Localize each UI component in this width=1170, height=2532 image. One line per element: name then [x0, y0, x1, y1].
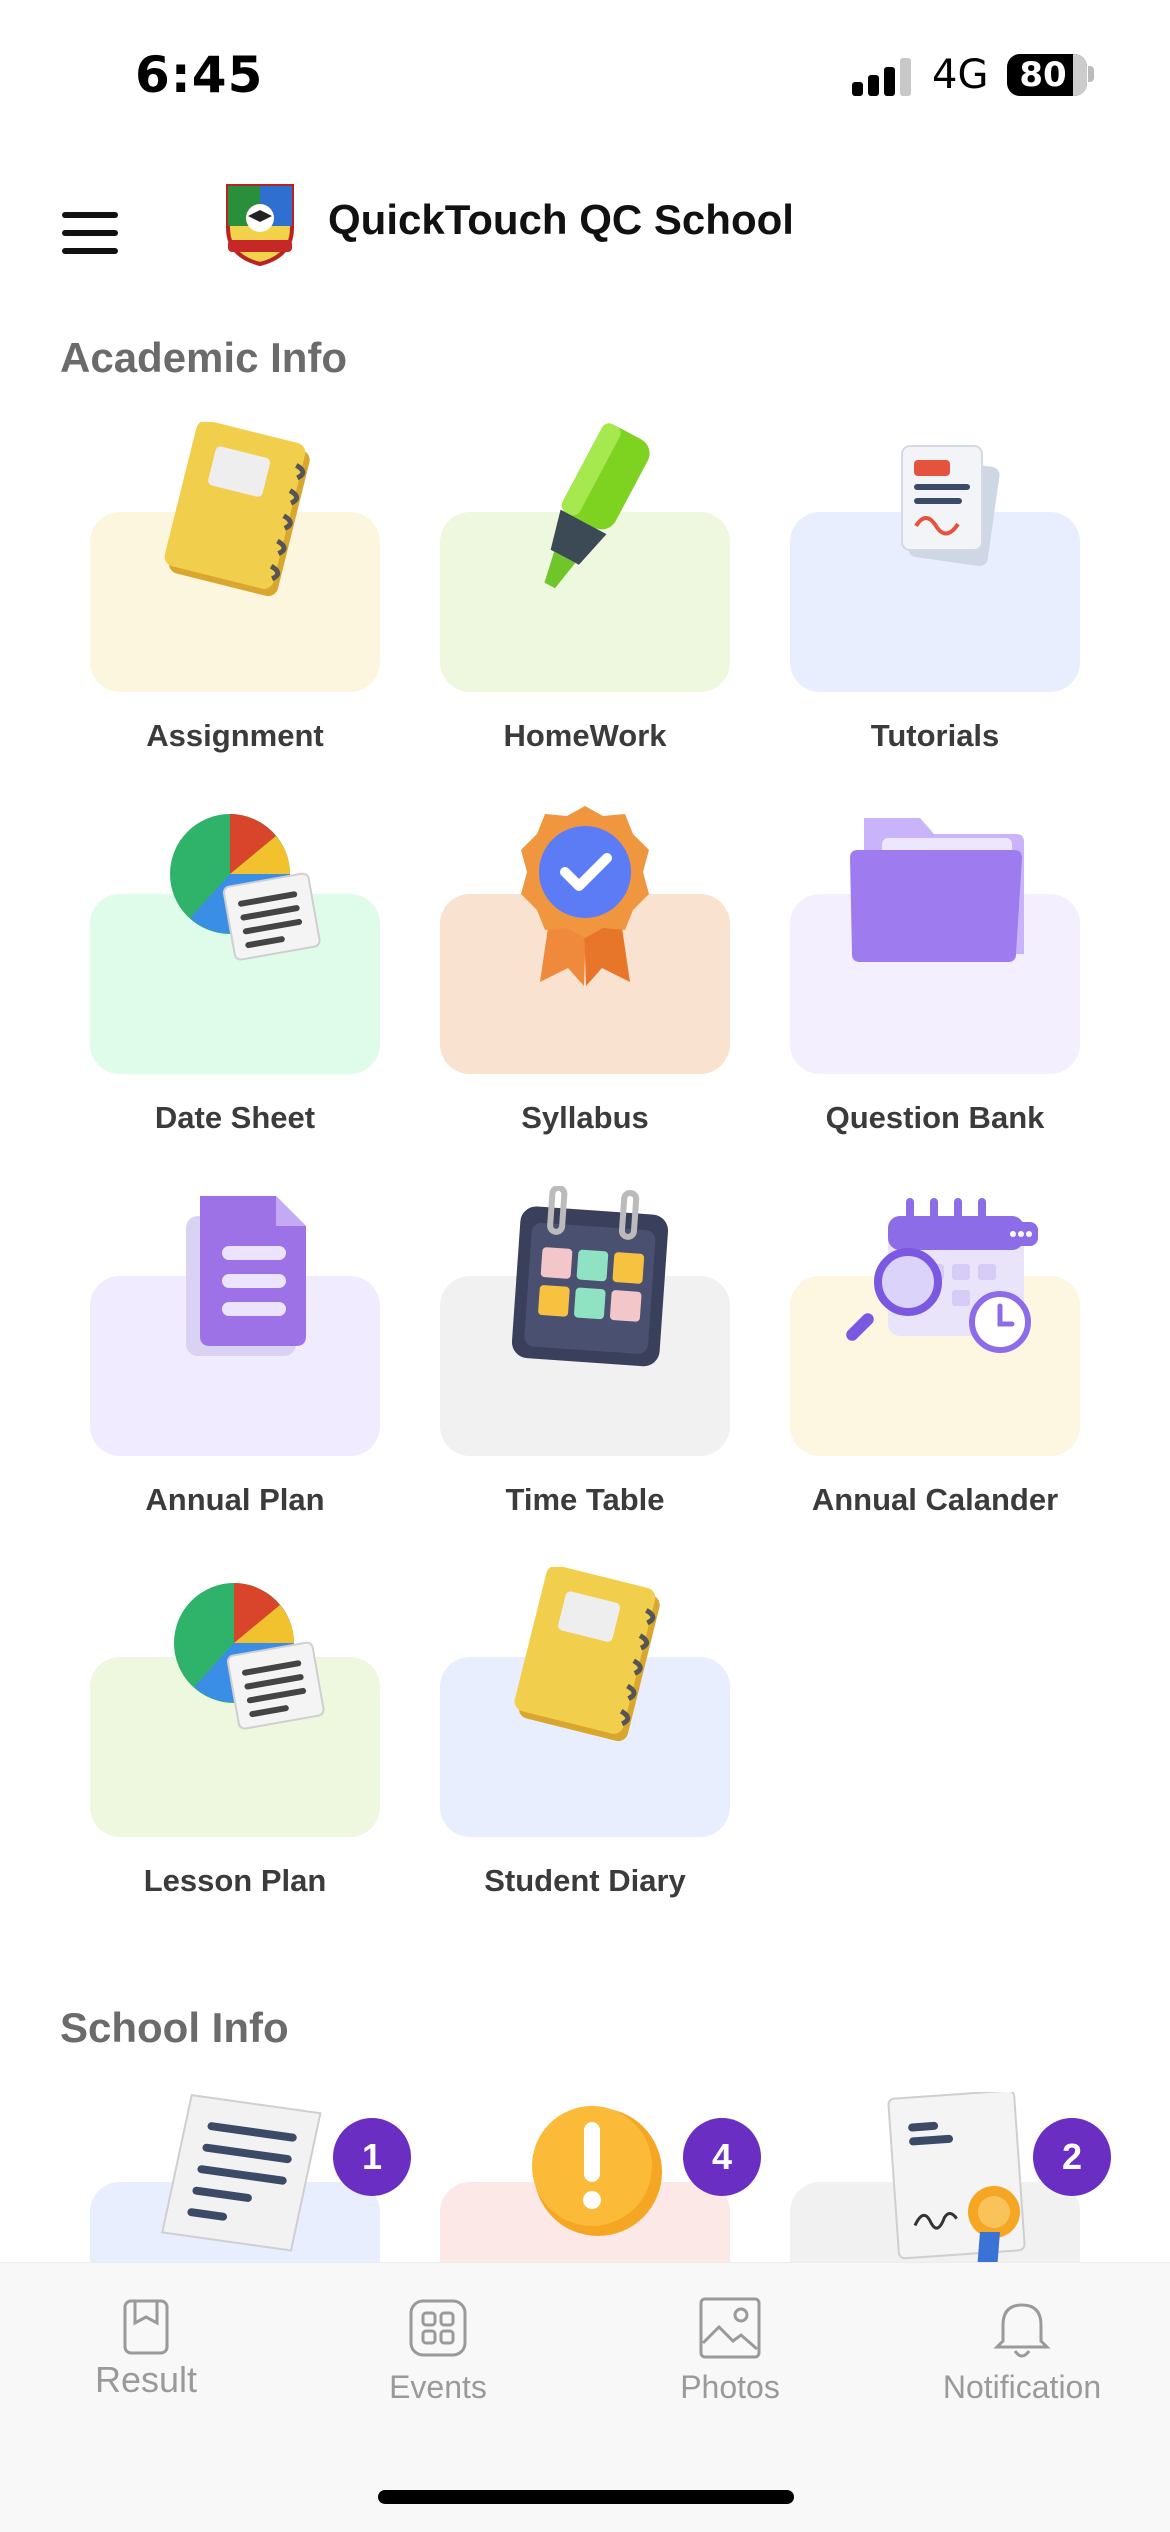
tile-annual-calander[interactable]: Annual Calander [790, 1186, 1080, 1526]
status-time: 6:45 [135, 46, 264, 104]
section-title-school: School Info [60, 2004, 289, 2051]
tile-assignment[interactable]: Assignment [90, 420, 380, 762]
folder-icon [830, 804, 1040, 994]
tile-syllabus[interactable]: Syllabus [440, 804, 730, 1144]
tile-label: Assignment [146, 718, 324, 753]
tile-label: Lesson Plan [143, 1863, 327, 1898]
nav-item-notification[interactable]: Notification [876, 2263, 1168, 2423]
nav-label: Notification [942, 2369, 1102, 2405]
status-bar: 6:45 4G 80 [0, 0, 1170, 150]
signal-icon [852, 58, 914, 96]
calendar-grid-icon [480, 1184, 690, 1376]
tile-label: Tutorials [870, 718, 1000, 753]
alert-icon [480, 2092, 690, 2282]
network-type: 4G [932, 52, 989, 98]
tile-question-bank[interactable]: Question Bank [790, 804, 1080, 1144]
tile-annual-plan[interactable]: Annual Plan [90, 1186, 380, 1526]
tile-time-table[interactable]: Time Table [440, 1184, 730, 1526]
pie-chart-report-icon [130, 1567, 340, 1757]
app-title: QuickTouch QC School [328, 196, 794, 243]
tile-label: Question Bank [825, 1100, 1045, 1135]
battery-tip [1088, 66, 1094, 82]
circular-document-icon [130, 2092, 340, 2282]
battery-level: 80 [1019, 55, 1067, 95]
nav-item-result[interactable]: Result [0, 2263, 292, 2423]
tile-label: Annual Plan [145, 1482, 325, 1517]
nav-item-photos[interactable]: Photos [584, 2263, 876, 2423]
nav-label: Events [389, 2369, 487, 2405]
tile-label: Syllabus [521, 1100, 649, 1135]
bell-icon [989, 2295, 1055, 2361]
school-logo [218, 178, 302, 268]
tile-date-sheet[interactable]: Date Sheet [90, 804, 380, 1144]
image-icon [697, 2295, 763, 2361]
certificate-icon [830, 2089, 1040, 2282]
section-title-academic: Academic Info [60, 334, 348, 381]
nav-label: Result [94, 2359, 198, 2400]
tile-label: Date Sheet [154, 1100, 316, 1135]
tile-student-diary[interactable]: Student Diary [440, 1565, 730, 1907]
document-list-icon [130, 1186, 340, 1376]
nav-label: Photos [680, 2369, 780, 2405]
tile-homework[interactable]: HomeWork [440, 422, 730, 762]
documents-icon [830, 422, 1040, 612]
bookmark-icon [113, 2295, 179, 2361]
tile-label: Time Table [505, 1482, 665, 1517]
tile-label: Student Diary [484, 1863, 686, 1898]
tile-tutorials[interactable]: Tutorials [790, 422, 1080, 762]
tile-lesson-plan[interactable]: Lesson Plan [90, 1567, 380, 1907]
notebook-icon [130, 420, 340, 612]
highlighter-icon [480, 422, 690, 612]
notification-count-badge: 4 [683, 2118, 761, 2196]
battery-icon: 80 [1007, 54, 1087, 96]
calendar-search-icon [830, 1186, 1040, 1376]
nav-item-events[interactable]: Events [292, 2263, 584, 2423]
home-indicator [378, 2490, 794, 2504]
menu-button[interactable] [62, 210, 120, 256]
tile-label: Annual Calander [811, 1482, 1059, 1517]
tile-label: HomeWork [503, 718, 667, 753]
notification-count-badge: 1 [333, 2118, 411, 2196]
notification-count-badge: 2 [1033, 2118, 1111, 2196]
notebook-icon [480, 1565, 690, 1757]
grid-icon [405, 2295, 471, 2361]
badge-check-icon [480, 804, 690, 994]
pie-chart-report-icon [130, 804, 340, 994]
